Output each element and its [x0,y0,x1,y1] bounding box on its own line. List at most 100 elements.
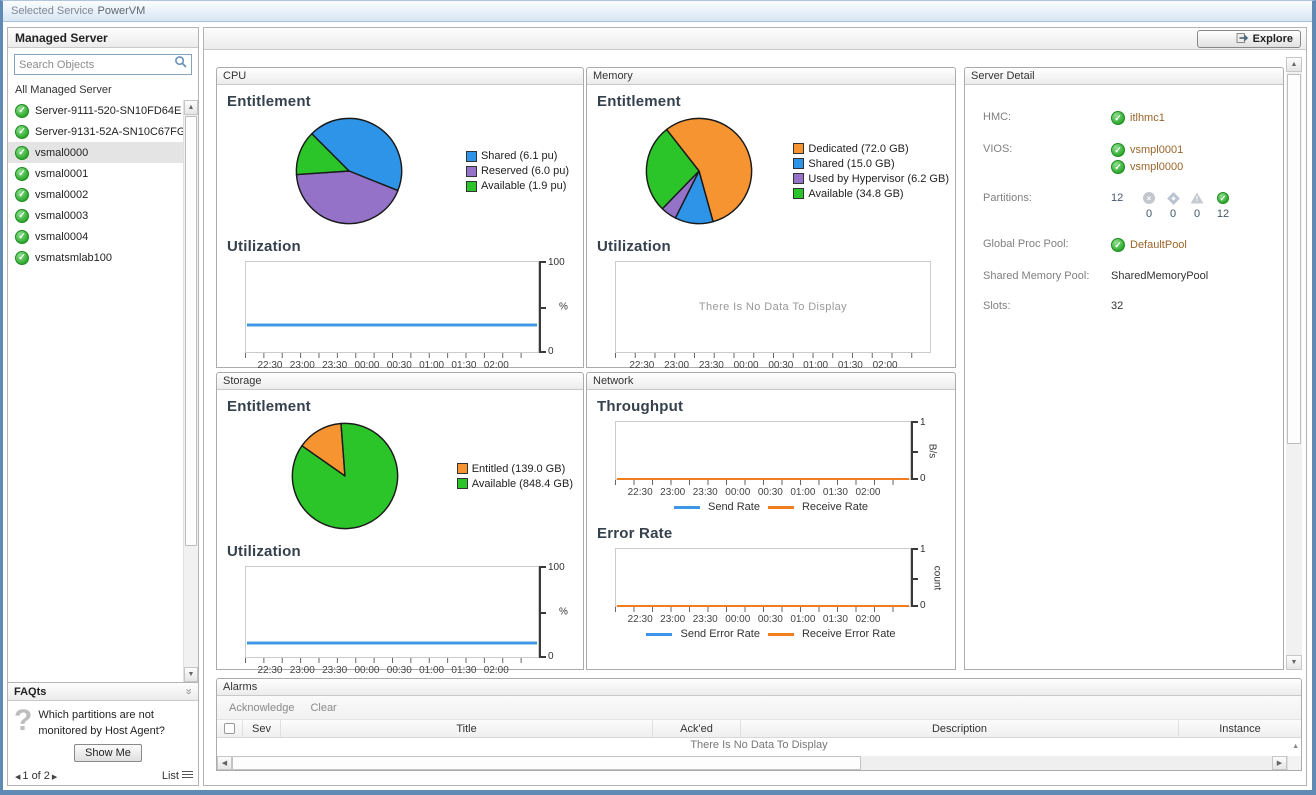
partitions-row: Partitions: 12 × ! ✓ 0 0 0 12 [983,192,1283,220]
scrollbar-thumb[interactable] [1287,74,1301,444]
plot-area [615,421,911,480]
alarms-toolbar: Acknowledge Clear [217,696,1301,720]
pager-next-icon[interactable]: ▶ [52,774,57,781]
server-name: vsmatsmlab100 [35,252,112,264]
vios-link[interactable]: vsmpl0001 [1130,144,1183,156]
cpu-panel-title: CPU [217,68,583,85]
legend-label: Available (34.8 GB) [808,188,903,200]
global-proc-pool-link[interactable]: DefaultPool [1130,239,1187,251]
server-item[interactable]: ✓vsmal0002 [8,184,183,205]
global-proc-pool-value[interactable]: ✓DefaultPool [1111,238,1187,252]
partitions-summary: 12 × ! ✓ 0 0 0 12 [1111,192,1237,220]
throughput-heading: Throughput [587,390,955,415]
acknowledge-button[interactable]: Acknowledge [229,702,294,714]
alarms-table-header: Sev Title Ack'ed Description Instance [217,720,1301,738]
cpu-panel: CPU Entitlement Shared (6.1 pu) Reserved… [216,67,584,368]
warning-state-icon: ! [1191,193,1204,204]
faq-question: Which partitions are not monitored by Ho… [38,707,194,739]
legend-swatch [466,181,477,192]
vios-link[interactable]: vsmpl0000 [1130,161,1183,173]
y-max-label: 100 [548,257,565,268]
no-data-message: There Is No Data To Display [690,739,827,751]
scroll-down-icon[interactable]: ▼ [184,667,198,682]
cpu-entitlement-pie [293,115,405,227]
warning-count: 0 [1194,208,1200,220]
storage-utilization-heading: Utilization [217,535,583,560]
global-proc-pool-label: Global Proc Pool: [983,238,1111,252]
legend-item: Entitled (139.0 GB) [457,463,573,475]
alarms-horizontal-scrollbar[interactable]: ◀ ▶ [217,756,1301,770]
server-detail-panel: Server Detail HMC: ✓itlhmc1 VIOS: ✓vsmpl… [964,67,1284,670]
sidebar-scrollbar[interactable]: ▲ ▼ [183,100,198,682]
scroll-up-icon[interactable]: ▲ [1286,57,1302,72]
hmc-link[interactable]: itlhmc1 [1130,112,1165,124]
select-all-checkbox[interactable] [224,723,235,734]
memory-entitlement-chart: Dedicated (72.0 GB) Shared (15.0 GB) Use… [587,112,955,230]
hmc-value[interactable]: ✓itlhmc1 [1111,111,1165,125]
faq-pager: ◀1 of 2▶ List [8,766,198,785]
server-item[interactable]: ✓vsmal0004 [8,226,183,247]
scroll-up-icon[interactable]: ▲ [1292,739,1299,754]
legend-swatch [768,506,794,509]
status-normal-icon: ✓ [1111,143,1125,157]
status-normal-icon: ✓ [15,251,29,265]
server-item[interactable]: ✓vsmal0003 [8,205,183,226]
select-all-cell [217,720,243,737]
legend-label: Shared (6.1 pu) [481,150,557,162]
legend-swatch [466,151,477,162]
vios-value[interactable]: ✓ vsmpl0001 [1111,143,1183,157]
list-view-toggle[interactable]: List [162,770,193,782]
x-axis-ticks [615,607,911,612]
server-detail-body: HMC: ✓itlhmc1 VIOS: ✓vsmpl0001 ✓vsmpl000… [965,85,1283,312]
server-item[interactable]: ✓Server-9131-52A-SN10C67FG [8,121,183,142]
search-row [8,48,198,79]
scrollbar-track[interactable] [861,756,1272,770]
partitions-label: Partitions: [983,192,1111,220]
legend-swatch [768,633,794,636]
faq-header[interactable]: FAQts » [8,683,198,701]
storage-entitlement-chart: Entitled (139.0 GB) Available (848.4 GB) [217,417,583,535]
legend-label: Receive Rate [802,501,868,513]
legend-label: Send Rate [708,501,760,513]
scroll-up-icon[interactable]: ▲ [184,100,198,115]
column-header-title[interactable]: Title [281,720,653,737]
y-unit-label: % [559,302,568,313]
alarms-table-body: There Is No Data To Display ▲ [217,738,1301,754]
server-item[interactable]: ✓vsmal0001 [8,163,183,184]
scroll-down-icon[interactable]: ▼ [1286,655,1302,670]
column-header-description[interactable]: Description [741,720,1179,737]
clear-button[interactable]: Clear [310,702,336,714]
status-normal-icon: ✓ [1111,160,1125,174]
server-item[interactable]: ✓Server-9111-520-SN10FD64E [8,100,183,121]
search-input[interactable] [15,59,174,71]
scrollbar-thumb[interactable] [232,756,861,770]
collapse-chevron-icon[interactable]: » [180,688,197,694]
column-header-sev[interactable]: Sev [243,720,281,737]
column-header-instance[interactable]: Instance [1179,720,1301,737]
search-icon[interactable] [174,55,188,74]
summary-header: Summary - vsmal0000 Explore [204,28,1306,50]
memory-entitlement-pie [643,115,755,227]
explore-button[interactable]: Explore [1197,30,1301,48]
pager-prev-icon[interactable]: ◀ [15,774,20,781]
y-max-label: 100 [548,562,565,573]
legend-swatch [674,506,700,509]
hmc-label: HMC: [983,111,1111,125]
y-max-label: 1 [920,544,926,555]
column-header-acked[interactable]: Ack'ed [653,720,741,737]
legend-item: Available (34.8 GB) [793,188,949,200]
selected-service-label: Selected Service [11,5,94,17]
scroll-left-icon[interactable]: ◀ [217,756,232,770]
show-me-button[interactable]: Show Me [74,744,142,762]
x-axis-labels: 22:3023:0023:3000:0000:3001:0001:3002:00 [615,614,911,625]
main-scrollbar[interactable]: ▲ ▼ [1286,57,1302,670]
server-item-selected[interactable]: ✓vsmal0000 [8,142,183,163]
y-max-label: 1 [920,417,926,428]
server-detail-title: Server Detail [965,68,1283,85]
server-item[interactable]: ✓ vsmatsmlab100 [8,247,183,268]
vios-value[interactable]: ✓ vsmpl0000 [1111,160,1183,174]
x-axis-labels: 22:3023:0023:3000:0000:3001:0001:3002:00 [245,665,539,676]
scrollbar-thumb[interactable] [185,116,197,546]
scroll-right-icon[interactable]: ▶ [1272,756,1287,770]
memory-utilization-heading: Utilization [587,230,955,255]
